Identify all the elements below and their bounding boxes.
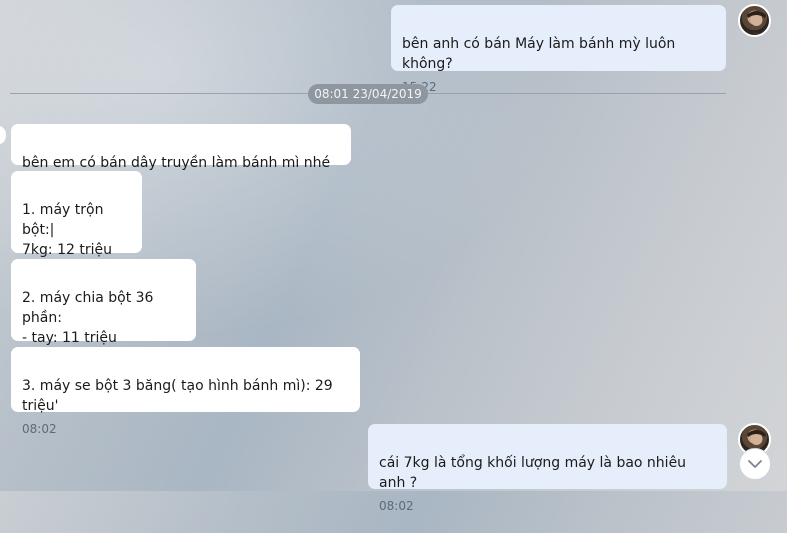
message-outgoing-2[interactable]: cái 7kg là tổng khối lượng máy là bao nh… [368, 424, 727, 513]
message-outgoing-1[interactable]: bên anh có bán Máy làm bánh mỳ luôn khôn… [391, 5, 726, 94]
message-text: cái 7kg là tổng khối lượng máy là bao nh… [379, 455, 687, 491]
scroll-to-bottom-button[interactable] [739, 448, 771, 480]
message-time: 08:02 [22, 422, 57, 436]
message-incoming-4[interactable]: 3. máy se bột 3 băng( tạo hình bánh mì):… [11, 347, 360, 436]
user-avatar[interactable] [738, 4, 771, 37]
message-text: bên anh có bán Máy làm bánh mỳ luôn khôn… [402, 36, 676, 72]
message-incoming-1[interactable]: bên em có bán dây truyền làm bánh mì nhé… [11, 124, 351, 191]
message-incoming-2[interactable]: 1. máy trộn bột:| 7kg: 12 triệu 10kg: 13… [11, 171, 142, 278]
message-text: 3. máy se bột 3 băng( tạo hình bánh mì):… [22, 378, 333, 414]
contact-avatar-edge [0, 126, 6, 144]
date-divider: 08:01 23/04/2019 [308, 84, 428, 104]
message-time: 08:02 [379, 499, 414, 513]
message-incoming-3[interactable]: 2. máy chia bột 36 phần: - tay: 11 triệu… [11, 259, 196, 366]
message-time: 15:22 [402, 80, 715, 94]
chevron-down-icon [748, 460, 762, 468]
